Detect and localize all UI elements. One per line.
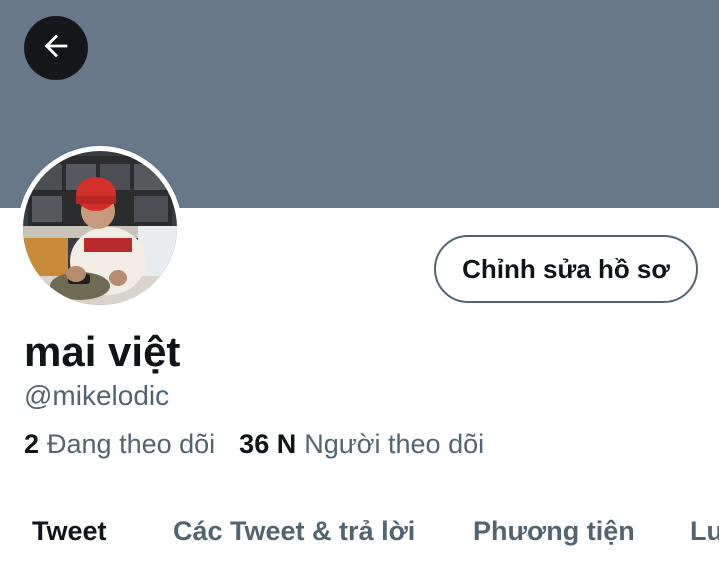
avatar[interactable] — [18, 146, 182, 310]
follow-stats: 2 Đang theo dõi 36 N Người theo dõi — [24, 426, 484, 462]
profile-tabs: Tweet Các Tweet & trả lời Phương tiện Lu — [0, 500, 719, 562]
following-link[interactable]: 2 Đang theo dõi — [24, 426, 215, 462]
user-handle: @mikelodic — [24, 380, 170, 411]
followers-link[interactable]: 36 N Người theo dõi — [239, 426, 484, 462]
followers-label: Người theo dõi — [304, 429, 485, 459]
followers-count: 36 N — [239, 429, 297, 459]
following-count: 2 — [24, 429, 40, 459]
back-button[interactable] — [24, 16, 88, 80]
following-label: Đang theo dõi — [47, 429, 216, 459]
tab-media[interactable]: Phương tiện — [473, 500, 635, 562]
arrow-left-icon — [39, 29, 73, 68]
tab-likes[interactable]: Lu — [690, 500, 719, 562]
display-name: mai việt — [24, 328, 181, 375]
edit-profile-button[interactable]: Chỉnh sửa hồ sơ — [434, 235, 698, 303]
tab-tweets[interactable]: Tweet — [32, 500, 107, 562]
tab-tweets-and-replies[interactable]: Các Tweet & trả lời — [173, 500, 415, 562]
